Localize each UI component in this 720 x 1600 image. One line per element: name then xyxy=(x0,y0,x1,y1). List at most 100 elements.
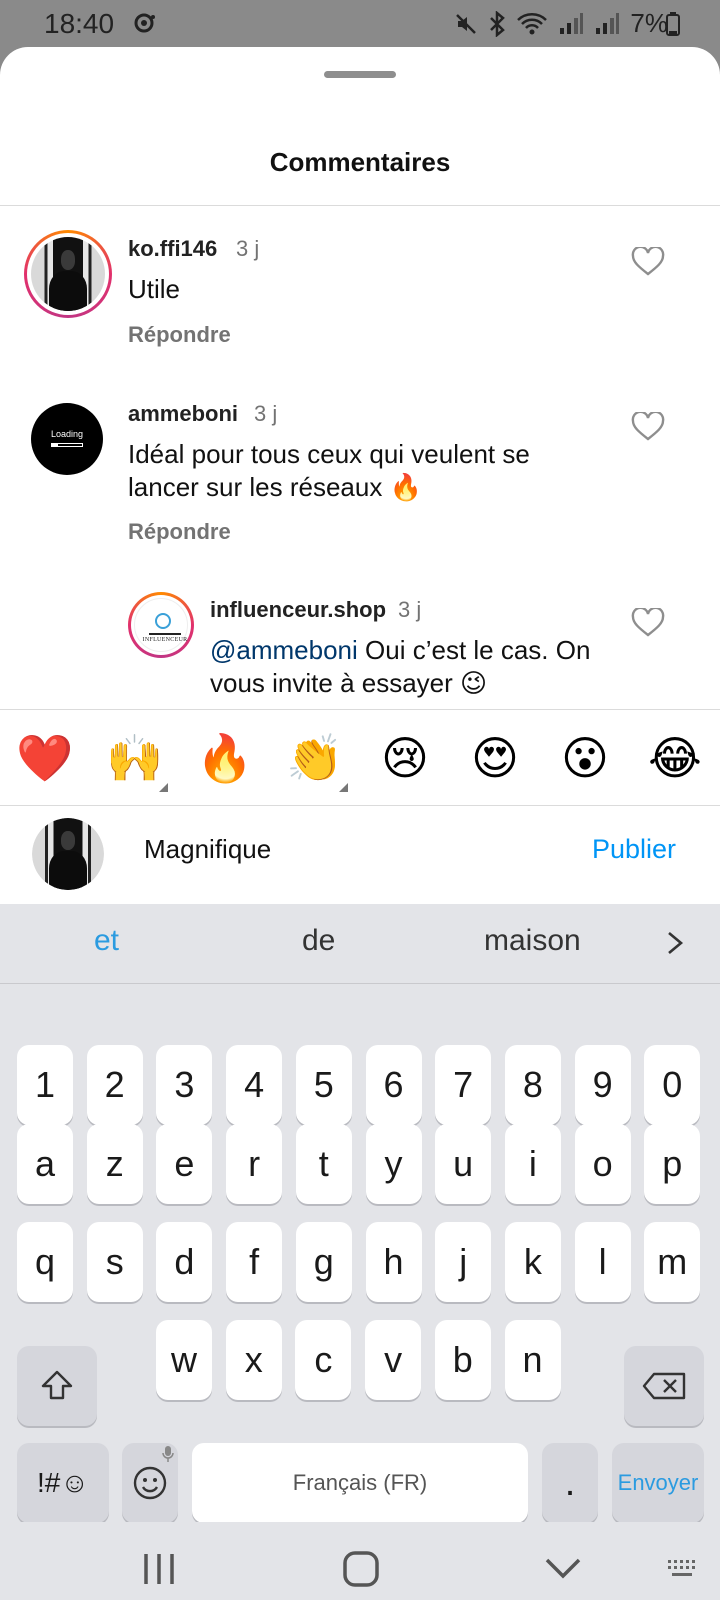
key-row3-4[interactable]: b xyxy=(434,1320,491,1400)
key-row3-2[interactable]: c xyxy=(295,1320,352,1400)
key-row1-0[interactable]: a xyxy=(17,1124,73,1204)
emoji-clapping[interactable]: 👏 xyxy=(270,710,360,806)
heart-outline-icon[interactable] xyxy=(631,608,665,638)
key-row2-1[interactable]: s xyxy=(86,1222,143,1302)
back-chevron-down-icon[interactable] xyxy=(544,1556,582,1580)
backspace-key[interactable] xyxy=(624,1346,704,1426)
avatar xyxy=(32,818,104,890)
chevron-right-icon[interactable] xyxy=(664,930,686,956)
comment-username[interactable]: ko.ffi146 xyxy=(128,236,217,262)
key-row2-4[interactable]: g xyxy=(295,1222,352,1302)
comment-text-line: vous invite à essayer 😉 xyxy=(210,668,488,698)
suggestion-item[interactable]: de xyxy=(302,924,335,958)
system-navigation-bar xyxy=(0,1522,720,1600)
reply-button[interactable]: Répondre xyxy=(128,322,231,348)
comment-username[interactable]: influenceur.shop xyxy=(210,597,386,623)
key-row1-4[interactable]: t xyxy=(295,1124,352,1204)
comment-text: Idéal pour tous ceux qui veulent se lanc… xyxy=(128,438,588,504)
emoji-heart[interactable]: ❤️ xyxy=(0,710,90,806)
key-row_numbers-1[interactable]: 2 xyxy=(86,1045,143,1125)
emoji-clapping-glyph: 👏 xyxy=(286,732,344,784)
avatar[interactable] xyxy=(24,230,112,318)
home-icon[interactable] xyxy=(342,1550,380,1588)
key-row1-6[interactable]: u xyxy=(435,1124,492,1204)
comment-item: ko.ffi146 3 j Utile Répondre xyxy=(0,227,720,387)
key-row2-2[interactable]: d xyxy=(156,1222,213,1302)
comments-sheet: Commentaires ko.ffi146 3 j Utile Répondr… xyxy=(0,47,720,1600)
key-row2-7[interactable]: k xyxy=(504,1222,561,1302)
key-row2-6[interactable]: j xyxy=(435,1222,492,1302)
emoji-heart-eyes[interactable]: 😍 xyxy=(450,710,540,806)
key-row1-8[interactable]: o xyxy=(574,1124,631,1204)
key-row1-3[interactable]: r xyxy=(226,1124,283,1204)
key-row3-3[interactable]: v xyxy=(365,1320,422,1400)
comment-time: 3 j xyxy=(398,597,422,622)
key-row_numbers-6[interactable]: 7 xyxy=(435,1045,492,1125)
emoji-surprised[interactable]: 😮 xyxy=(540,710,630,806)
mention-link[interactable]: @ammeboni xyxy=(210,635,358,665)
period-key[interactable]: . xyxy=(542,1443,598,1523)
avatar[interactable]: Loading xyxy=(31,403,103,475)
key-row1-5[interactable]: y xyxy=(365,1124,422,1204)
variant-indicator xyxy=(339,783,348,792)
status-bar: 18:40 7% xyxy=(0,0,720,48)
symbols-key[interactable]: !#☺ xyxy=(17,1443,109,1523)
key-row_numbers-3[interactable]: 4 xyxy=(226,1045,283,1125)
key-row3-0[interactable]: w xyxy=(156,1320,212,1400)
emoji-raising-hands-glyph: 🙌 xyxy=(106,732,164,784)
suggestion-item[interactable]: maison xyxy=(484,924,581,958)
key-row3-5[interactable]: n xyxy=(504,1320,561,1400)
send-key[interactable]: Envoyer xyxy=(612,1443,704,1523)
suggestion-item[interactable]: et xyxy=(94,924,119,958)
shift-key[interactable] xyxy=(17,1346,97,1426)
comment-input[interactable] xyxy=(144,834,544,865)
key-row_numbers-5[interactable]: 6 xyxy=(365,1045,422,1125)
key-row2-8[interactable]: l xyxy=(574,1222,631,1302)
space-key[interactable]: Français (FR) xyxy=(192,1443,528,1523)
recent-apps-icon[interactable] xyxy=(142,1552,176,1586)
emoji-key[interactable] xyxy=(122,1443,178,1523)
key-row_numbers-7[interactable]: 8 xyxy=(504,1045,561,1125)
heart-outline-icon[interactable] xyxy=(631,247,665,277)
avatar-text: INFLUENCEUR xyxy=(142,637,188,643)
key-row_numbers-2[interactable]: 3 xyxy=(156,1045,213,1125)
comment-composer: Publier xyxy=(0,806,720,903)
reply-button[interactable]: Répondre xyxy=(128,519,231,545)
key-row_numbers-8[interactable]: 9 xyxy=(574,1045,631,1125)
comment-item: Loading ammeboni 3 j Idéal pour tous ceu… xyxy=(0,392,720,582)
sheet-drag-handle[interactable] xyxy=(324,71,396,78)
key-row2-9[interactable]: m xyxy=(644,1222,701,1302)
comment-text-line: Oui c’est le cas. On xyxy=(357,635,591,665)
key-row1-9[interactable]: p xyxy=(644,1124,701,1204)
key-row1-7[interactable]: i xyxy=(504,1124,561,1204)
key-row1-1[interactable]: z xyxy=(86,1124,143,1204)
battery-icon xyxy=(666,12,680,36)
avatar-text: Loading xyxy=(50,429,84,439)
comment-text-line: lancer sur les réseaux 🔥 xyxy=(128,472,422,502)
messenger-notification-icon xyxy=(134,13,155,33)
heart-outline-icon[interactable] xyxy=(631,412,665,442)
keyboard-toggle-icon[interactable] xyxy=(666,1558,700,1580)
sheet-title: Commentaires xyxy=(269,147,451,177)
emoji-laughing[interactable]: 😂 xyxy=(630,710,720,806)
emoji-raising-hands[interactable]: 🙌 xyxy=(90,710,180,806)
wifi-icon xyxy=(517,12,548,34)
comment-username[interactable]: ammeboni xyxy=(128,401,238,427)
key-row_numbers-0[interactable]: 1 xyxy=(17,1045,73,1125)
key-row1-2[interactable]: e xyxy=(156,1124,213,1204)
key-row2-5[interactable]: h xyxy=(365,1222,422,1302)
key-row_numbers-4[interactable]: 5 xyxy=(295,1045,352,1125)
avatar[interactable]: INFLUENCEUR xyxy=(128,592,194,658)
variant-indicator xyxy=(159,783,168,792)
keyboard: et de maison !#☺ Français (FR) . Envoyer… xyxy=(0,904,720,1600)
key-row2-0[interactable]: q xyxy=(17,1222,73,1302)
signal-icon-2 xyxy=(596,12,620,34)
emoji-crying[interactable]: 😢 xyxy=(360,710,450,806)
publish-button[interactable]: Publier xyxy=(592,834,676,865)
key-row3-1[interactable]: x xyxy=(225,1320,282,1400)
comment-text-line: Idéal pour tous ceux qui veulent se xyxy=(128,439,530,469)
shift-icon xyxy=(41,1370,73,1400)
emoji-fire[interactable]: 🔥 xyxy=(180,710,270,806)
key-row_numbers-9[interactable]: 0 xyxy=(644,1045,701,1125)
key-row2-3[interactable]: f xyxy=(226,1222,283,1302)
